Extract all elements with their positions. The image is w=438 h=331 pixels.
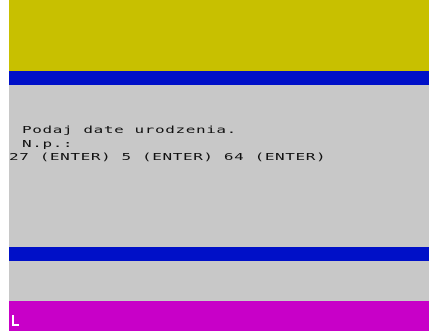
upper-blue-stripe [9, 71, 429, 85]
spectrum-screen: Podaj date urodzenia. N.p.: 27 (ENTER) 5… [0, 0, 438, 331]
input-paper-area [9, 261, 429, 301]
prompt-line-date: Podaj date urodzenia. [22, 123, 237, 136]
prompt-line-example-label: N.p.: [22, 137, 74, 150]
prompt-line-example-keys: 27 (ENTER) 5 (ENTER) 64 (ENTER) [9, 150, 327, 163]
bottom-border-band [9, 301, 429, 331]
top-border-band [9, 0, 429, 71]
main-paper-area [9, 85, 429, 247]
lower-blue-stripe [9, 247, 429, 261]
cursor-icon[interactable] [10, 315, 19, 326]
